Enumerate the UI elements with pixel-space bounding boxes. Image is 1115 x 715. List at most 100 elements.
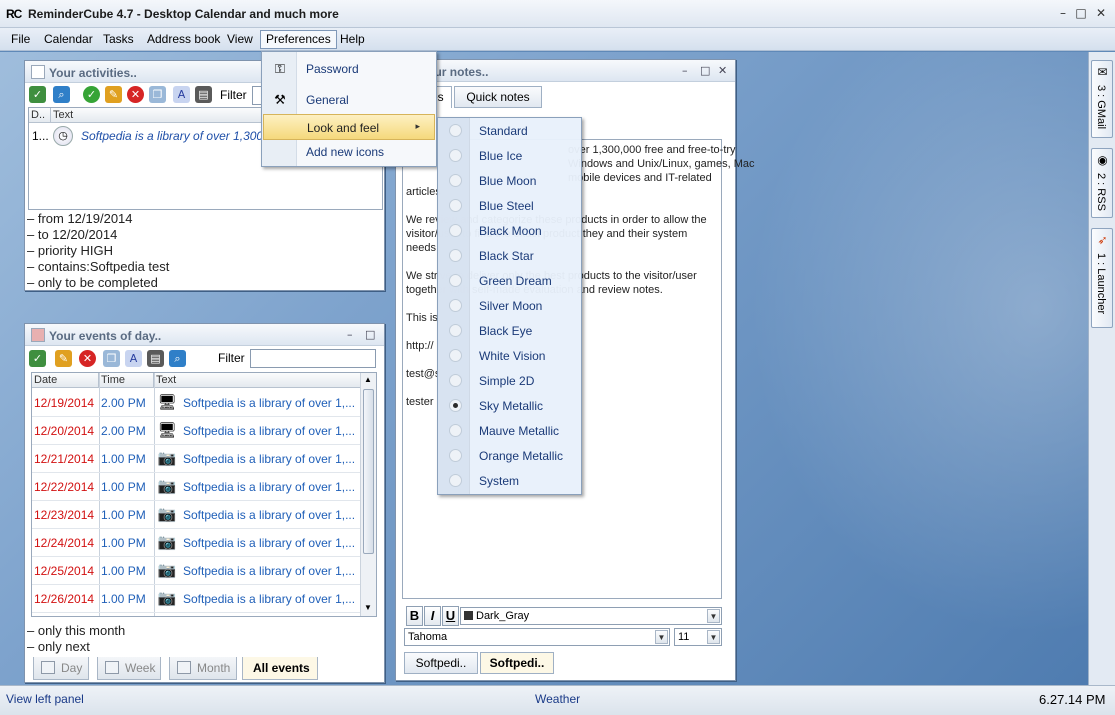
sidetab-rss[interactable]: ◉ 2 : RSS (1091, 148, 1113, 218)
bold-button[interactable]: B (406, 606, 423, 626)
menu-help[interactable]: Help (335, 30, 370, 49)
event-date: 12/19/2014 (34, 396, 95, 410)
menu-bar: File Calendar Tasks Address book View Pr… (0, 28, 1115, 51)
note-tab-1[interactable]: Softpedi.. (404, 652, 478, 674)
laf-option-green-dream[interactable]: Green Dream (440, 268, 580, 293)
laf-option-label: Blue Ice (479, 149, 523, 163)
table-row[interactable]: 12/23/2014 1.00 PM 📷 Softpedia is a library… (32, 501, 362, 529)
tab-day[interactable]: Day (33, 657, 89, 680)
laf-option-black-moon[interactable]: Black Moon (440, 218, 580, 243)
menu-file[interactable]: File (6, 30, 35, 49)
sidetab-launcher[interactable]: ➶ 1 : Launcher (1091, 228, 1113, 328)
event-date: 12/20/2014 (34, 424, 95, 438)
laf-option-standard[interactable]: Standard (440, 118, 580, 143)
events-minimize-button[interactable]: – (347, 328, 353, 341)
events-maximize-button[interactable]: □ (365, 328, 375, 341)
delete-icon[interactable]: ✕ (127, 86, 144, 103)
maximize-button[interactable]: □ (1074, 6, 1088, 20)
tab-all-events[interactable]: All events (242, 657, 318, 680)
scroll-thumb[interactable] (363, 389, 374, 554)
calendar-check-icon[interactable]: ✓ (29, 350, 46, 367)
minimize-button[interactable]: – (1056, 6, 1070, 20)
laf-option-system[interactable]: System (440, 468, 580, 493)
menu-calendar[interactable]: Calendar (39, 30, 98, 49)
font-icon[interactable]: A (125, 350, 142, 367)
menu-item-password[interactable]: ⚿ Password (263, 56, 435, 82)
search-icon[interactable]: ⌕ (53, 86, 70, 103)
col-time-header[interactable]: Time (99, 373, 154, 388)
table-row[interactable]: 12/22/2014 1.00 PM 📷 Softpedia is a library… (32, 473, 362, 501)
table-row[interactable]: 12/26/2014 1.00 PM 📷 Softpedia is a library… (32, 585, 362, 613)
tools-icon: ⚒ (274, 92, 286, 107)
status-bar: View left panel Weather 6.27.14 PM (0, 685, 1115, 715)
menu-preferences[interactable]: Preferences (260, 30, 337, 49)
text-color-select[interactable]: Dark_Gray ▼ (460, 607, 722, 625)
font-size-select[interactable]: 11 ▼ (674, 628, 722, 646)
event-time: 1.00 PM (101, 592, 146, 606)
col-d-header[interactable]: D.. (29, 108, 51, 123)
scroll-down-arrow[interactable]: ▼ (364, 603, 372, 612)
printer-icon[interactable]: ▤ (147, 350, 164, 367)
laf-option-black-star[interactable]: Black Star (440, 243, 580, 268)
criteria-next: – only next (27, 639, 90, 654)
laf-option-black-eye[interactable]: Black Eye (440, 318, 580, 343)
font-icon[interactable]: A (173, 86, 190, 103)
pencil-icon[interactable]: ✎ (105, 86, 122, 103)
laf-option-simple-2d[interactable]: Simple 2D (440, 368, 580, 393)
copy-icon[interactable]: ❐ (149, 86, 166, 103)
laf-option-white-vision[interactable]: White Vision (440, 343, 580, 368)
table-row[interactable]: 12/25/2014 1.00 PM 📷 Softpedia is a library… (32, 557, 362, 585)
notes-close-button[interactable]: ✕ (718, 64, 727, 77)
event-date: 12/24/2014 (34, 536, 95, 550)
laf-option-blue-steel[interactable]: Blue Steel (440, 193, 580, 218)
table-row[interactable]: 12/21/2014 1.00 PM 📷 Softpedia is a library… (32, 445, 362, 473)
search-icon[interactable]: ⌕ (169, 350, 186, 367)
menu-tasks[interactable]: Tasks (98, 30, 139, 49)
notes-maximize-button[interactable]: □ (700, 64, 710, 77)
events-title: Your events of day.. (49, 329, 162, 343)
laf-option-sky-metallic[interactable]: Sky Metallic (440, 393, 580, 418)
laf-option-blue-ice[interactable]: Blue Ice (440, 143, 580, 168)
col-text-header[interactable]: Text (154, 373, 362, 388)
delete-icon[interactable]: ✕ (79, 350, 96, 367)
calendar-check-icon[interactable]: ✓ (29, 86, 46, 103)
copy-icon[interactable]: ❐ (103, 350, 120, 367)
radio-icon (449, 374, 462, 387)
notes-minimize-button[interactable]: – (682, 64, 688, 77)
criteria-to: – to 12/20/2014 (27, 227, 118, 242)
tab-week[interactable]: Week (97, 657, 161, 680)
pencil-icon[interactable]: ✎ (55, 350, 72, 367)
weather-link[interactable]: Weather (535, 692, 580, 706)
table-row[interactable]: 12/19/2014 2.00 PM 🖥 Softpedia is a library… (32, 389, 362, 417)
menu-item-look-and-feel[interactable]: Look and feel ▸ (263, 114, 435, 140)
complete-icon[interactable]: ✓ (83, 86, 100, 103)
preferences-menu: ⚿ Password ⚒ General Look and feel ▸ Add… (261, 51, 437, 167)
scroll-up-arrow[interactable]: ▲ (364, 375, 372, 384)
close-window-button[interactable]: ✕ (1094, 6, 1108, 20)
printer-icon[interactable]: ▤ (195, 86, 212, 103)
menu-item-add-new-icons[interactable]: Add new icons (263, 139, 435, 165)
note-tab-2[interactable]: Softpedi.. (480, 652, 554, 674)
font-select[interactable]: Tahoma ▼ (404, 628, 670, 646)
laf-option-label: Green Dream (479, 274, 552, 288)
events-filter-input[interactable] (250, 349, 376, 368)
tab-quick-notes[interactable]: Quick notes (454, 86, 542, 108)
laf-option-silver-moon[interactable]: Silver Moon (440, 293, 580, 318)
rocket-icon: ➶ (1097, 233, 1108, 247)
table-row[interactable]: 12/24/2014 1.00 PM 📷 Softpedia is a library… (32, 529, 362, 557)
laf-option-orange-metallic[interactable]: Orange Metallic (440, 443, 580, 468)
view-left-panel-link[interactable]: View left panel (6, 692, 84, 706)
menu-address-book[interactable]: Address book (142, 30, 225, 49)
tab-month[interactable]: Month (169, 657, 237, 680)
col-date-header[interactable]: Date (32, 373, 99, 388)
laf-option-mauve-metallic[interactable]: Mauve Metallic (440, 418, 580, 443)
events-scrollbar[interactable]: ▲ ▼ (360, 373, 376, 616)
computer-icon: 🖥 (157, 394, 177, 411)
menu-view[interactable]: View (222, 30, 258, 49)
table-row[interactable]: 12/20/2014 2.00 PM 🖥 Softpedia is a library… (32, 417, 362, 445)
italic-button[interactable]: I (424, 606, 441, 626)
laf-option-blue-moon[interactable]: Blue Moon (440, 168, 580, 193)
sidetab-gmail[interactable]: ✉ 3 : GMail (1091, 60, 1113, 138)
underline-button[interactable]: U (442, 606, 459, 626)
menu-item-general[interactable]: ⚒ General (263, 87, 435, 113)
